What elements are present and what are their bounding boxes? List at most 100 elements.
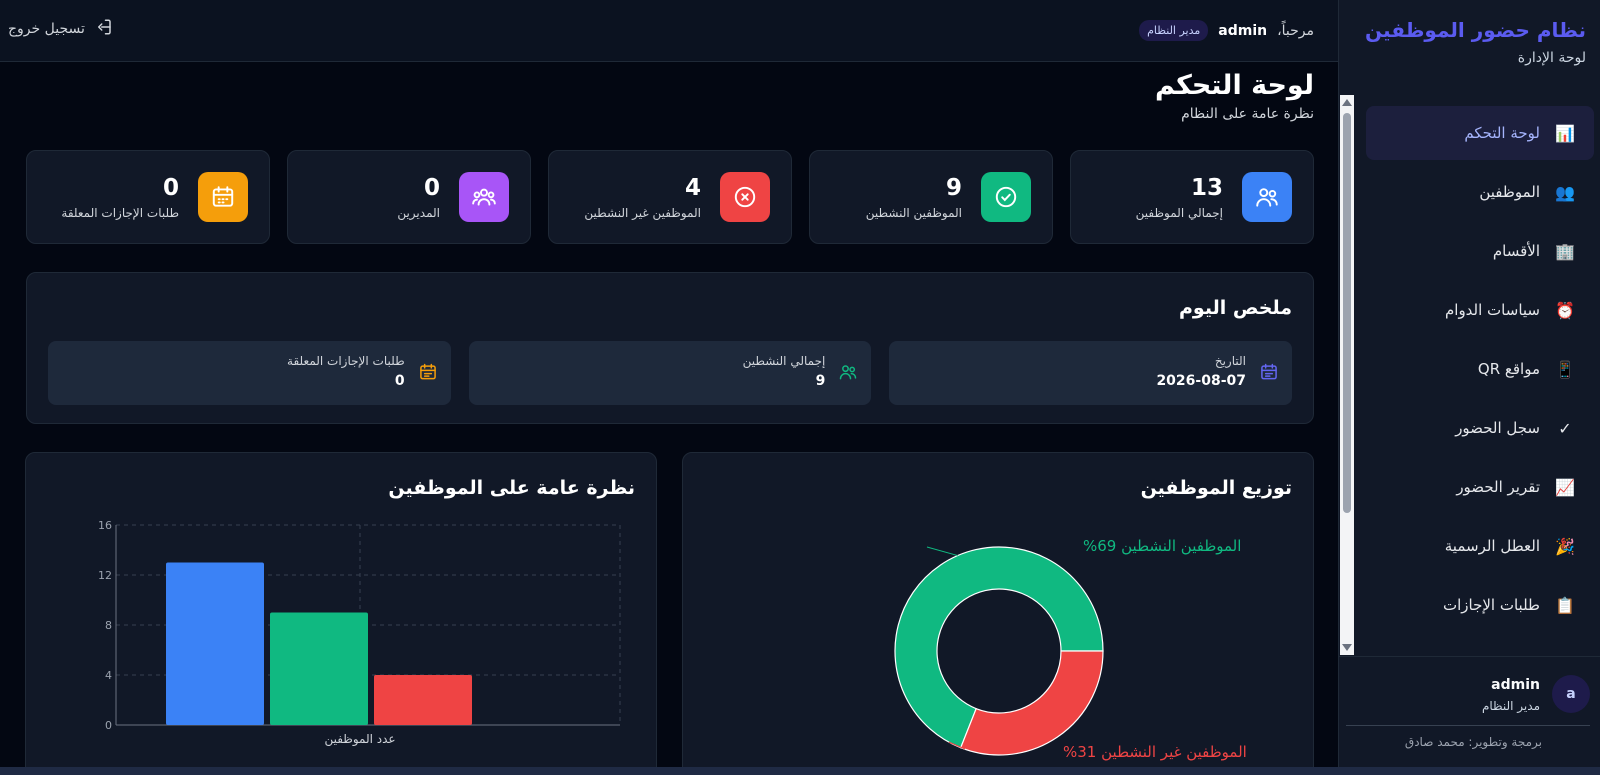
stat-label: إجمالي الموظفين — [1135, 206, 1223, 220]
logout-label: تسجيل خروج — [8, 21, 85, 37]
summary-value: 9 — [815, 373, 826, 389]
summary-active-total: إجمالي النشطين 9 — [468, 341, 872, 405]
scrollbar-thumb[interactable] — [1343, 113, 1351, 513]
stat-pending-leaves: 0 طلبات الإجازات المعلقة — [26, 150, 270, 244]
stats-row: 13 إجمالي الموظفين 9 الموظفين النشطين 4 الموظ… — [26, 150, 1314, 244]
sidebar-item-label: العطل الرسمية — [1444, 537, 1540, 555]
logout-icon — [95, 18, 113, 40]
sidebar-item-label: مواقع QR — [1477, 360, 1540, 378]
sidebar-item-label: سياسات الدوام — [1444, 301, 1540, 319]
sidebar-item[interactable]: ✓ سجل الحضور — [1366, 401, 1594, 455]
sidebar: نظام حضور الموظفين لوحة الإدارة 📊 لوحة ال… — [1338, 0, 1600, 767]
bar-chart-icon: 📊 — [1555, 123, 1575, 143]
sidebar-scrollbar[interactable] — [1340, 95, 1354, 655]
stat-inactive-employees: 4 الموظفين غير النشطين — [548, 150, 792, 244]
page-title: لوحة التحكم — [1154, 70, 1314, 101]
distribution-chart: الموظفين النشطين 69% الموظفين غير النشطين… — [894, 537, 1247, 761]
role-badge: مدير النظام — [1139, 20, 1209, 41]
stat-label: الموظفين غير النشطين — [584, 206, 701, 220]
sidebar-item[interactable]: 🎉 العطل الرسمية — [1366, 519, 1594, 573]
phone-icon: 📱 — [1555, 359, 1575, 379]
sidebar-item[interactable]: 📱 مواقع QR — [1366, 342, 1594, 396]
pie-label: الموظفين غير النشطين 31% — [1063, 743, 1247, 761]
sidebar-item-label: طلبات الإجازات — [1443, 596, 1540, 614]
pie-slice[interactable] — [959, 650, 1104, 756]
stat-total-employees: 13 إجمالي الموظفين — [1070, 150, 1314, 244]
summary-value: 2026-08-07 — [1156, 373, 1246, 389]
summary-date: التاريخ 2026-08-07 — [889, 341, 1292, 405]
building-icon: 🏢 — [1555, 241, 1575, 261]
stat-label: الموظفين النشطين — [865, 206, 962, 220]
stat-value: 0 — [162, 175, 179, 201]
summary-value: 0 — [394, 373, 405, 389]
sidebar-item[interactable]: 📋 طلبات الإجازات — [1366, 578, 1594, 632]
scroll-up-arrow-icon[interactable] — [1342, 99, 1352, 106]
overview-card: نظرة عامة على الموظفين 0 4 8 12 16 عدد الموظف… — [25, 452, 657, 767]
avatar: a — [1552, 675, 1590, 713]
clipboard-icon: 📋 — [1555, 595, 1575, 615]
group-icon — [459, 172, 509, 222]
calendar-icon — [417, 361, 439, 383]
sidebar-item-label: تقرير الحضور — [1456, 478, 1540, 496]
sidebar-user-name: admin — [1491, 677, 1540, 693]
bar[interactable] — [166, 562, 264, 726]
bar[interactable] — [270, 612, 368, 726]
sidebar-item-label: لوحة التحكم — [1464, 124, 1540, 142]
summary-label: التاريخ — [1214, 354, 1246, 368]
y-tick-label: 0 — [105, 719, 112, 732]
sidebar-nav: 📊 لوحة التحكم 👥 الموظفين 🏢 الأقسام ⏰ سياسات الد… — [1366, 106, 1594, 637]
topbar-username: admin — [1218, 22, 1268, 39]
y-tick-label: 16 — [98, 519, 112, 532]
trend-chart-icon: 📈 — [1555, 477, 1575, 497]
sidebar-item[interactable]: 👥 الموظفين — [1366, 165, 1594, 219]
greeting-text: مرحباً، — [1277, 22, 1314, 39]
users-icon — [837, 361, 859, 383]
party-icon: 🎉 — [1555, 536, 1575, 556]
app: نظام حضور الموظفين لوحة الإدارة 📊 لوحة ال… — [0, 0, 1600, 775]
stat-value: 13 — [1190, 175, 1223, 201]
sidebar-item[interactable]: ⏰ سياسات الدوام — [1366, 283, 1594, 337]
sidebar-item-label: الأقسام — [1492, 242, 1540, 260]
app-subtitle: لوحة الإدارة — [1517, 50, 1586, 66]
overview-chart: 0 4 8 12 16 عدد الموظفين — [98, 519, 621, 747]
summary-title: ملخص اليوم — [1179, 297, 1292, 319]
distribution-card: توزيع الموظفين الموظفين النشطين 69% الموظ… — [682, 452, 1314, 767]
check-circle-icon — [981, 172, 1031, 222]
summary-label: طلبات الإجازات المعلقة — [287, 354, 405, 368]
pie-label: الموظفين النشطين 69% — [1083, 537, 1241, 555]
stat-label: طلبات الإجازات المعلقة — [61, 206, 179, 220]
calendar-icon — [198, 172, 248, 222]
x-tick-label: عدد الموظفين — [324, 732, 395, 747]
alarm-clock-icon: ⏰ — [1555, 300, 1575, 320]
sidebar-item[interactable]: 🏢 الأقسام — [1366, 224, 1594, 278]
main-content: لوحة التحكم نظرة عامة على النظام 13 إجمال… — [0, 62, 1338, 767]
check-icon: ✓ — [1558, 418, 1572, 438]
scroll-down-arrow-icon[interactable] — [1342, 644, 1352, 651]
x-circle-icon — [720, 172, 770, 222]
bar[interactable] — [374, 675, 472, 725]
summary-pending-leaves: طلبات الإجازات المعلقة 0 — [47, 341, 451, 405]
sidebar-user: a admin مدير النظام برمجة وتطوير: محمد ص… — [1338, 656, 1600, 768]
summary-label: إجمالي النشطين — [742, 354, 826, 368]
page-subtitle: نظرة عامة على النظام — [1181, 106, 1314, 122]
sidebar-item[interactable]: 📊 لوحة التحكم — [1366, 106, 1594, 160]
y-tick-label: 4 — [105, 669, 112, 682]
calendar-icon — [1258, 361, 1280, 383]
sidebar-item[interactable]: 📈 تقرير الحضور — [1366, 460, 1594, 514]
logout-button[interactable]: تسجيل خروج — [8, 18, 113, 40]
sidebar-item-label: سجل الحضور — [1455, 419, 1540, 437]
stat-active-employees: 9 الموظفين النشطين — [809, 150, 1053, 244]
stat-label: المديرين — [397, 206, 440, 220]
summary-row: التاريخ 2026-08-07 إجمالي النشطين 9 طلبات ال… — [47, 341, 1292, 405]
people-icon: 👥 — [1555, 182, 1575, 202]
y-tick-label: 12 — [98, 569, 112, 582]
today-summary: ملخص اليوم التاريخ 2026-08-07 إجمالي النشط… — [26, 272, 1314, 424]
stat-value: 0 — [423, 175, 440, 201]
stat-value: 9 — [945, 175, 962, 201]
credit-text: برمجة وتطوير: محمد صادق — [1404, 735, 1542, 749]
app-title: نظام حضور الموظفين — [1365, 18, 1586, 42]
divider — [1346, 725, 1590, 726]
brand: نظام حضور الموظفين لوحة الإدارة — [1365, 18, 1586, 66]
sidebar-user-role: مدير النظام — [1481, 699, 1540, 713]
pie-label-leader — [926, 546, 958, 557]
